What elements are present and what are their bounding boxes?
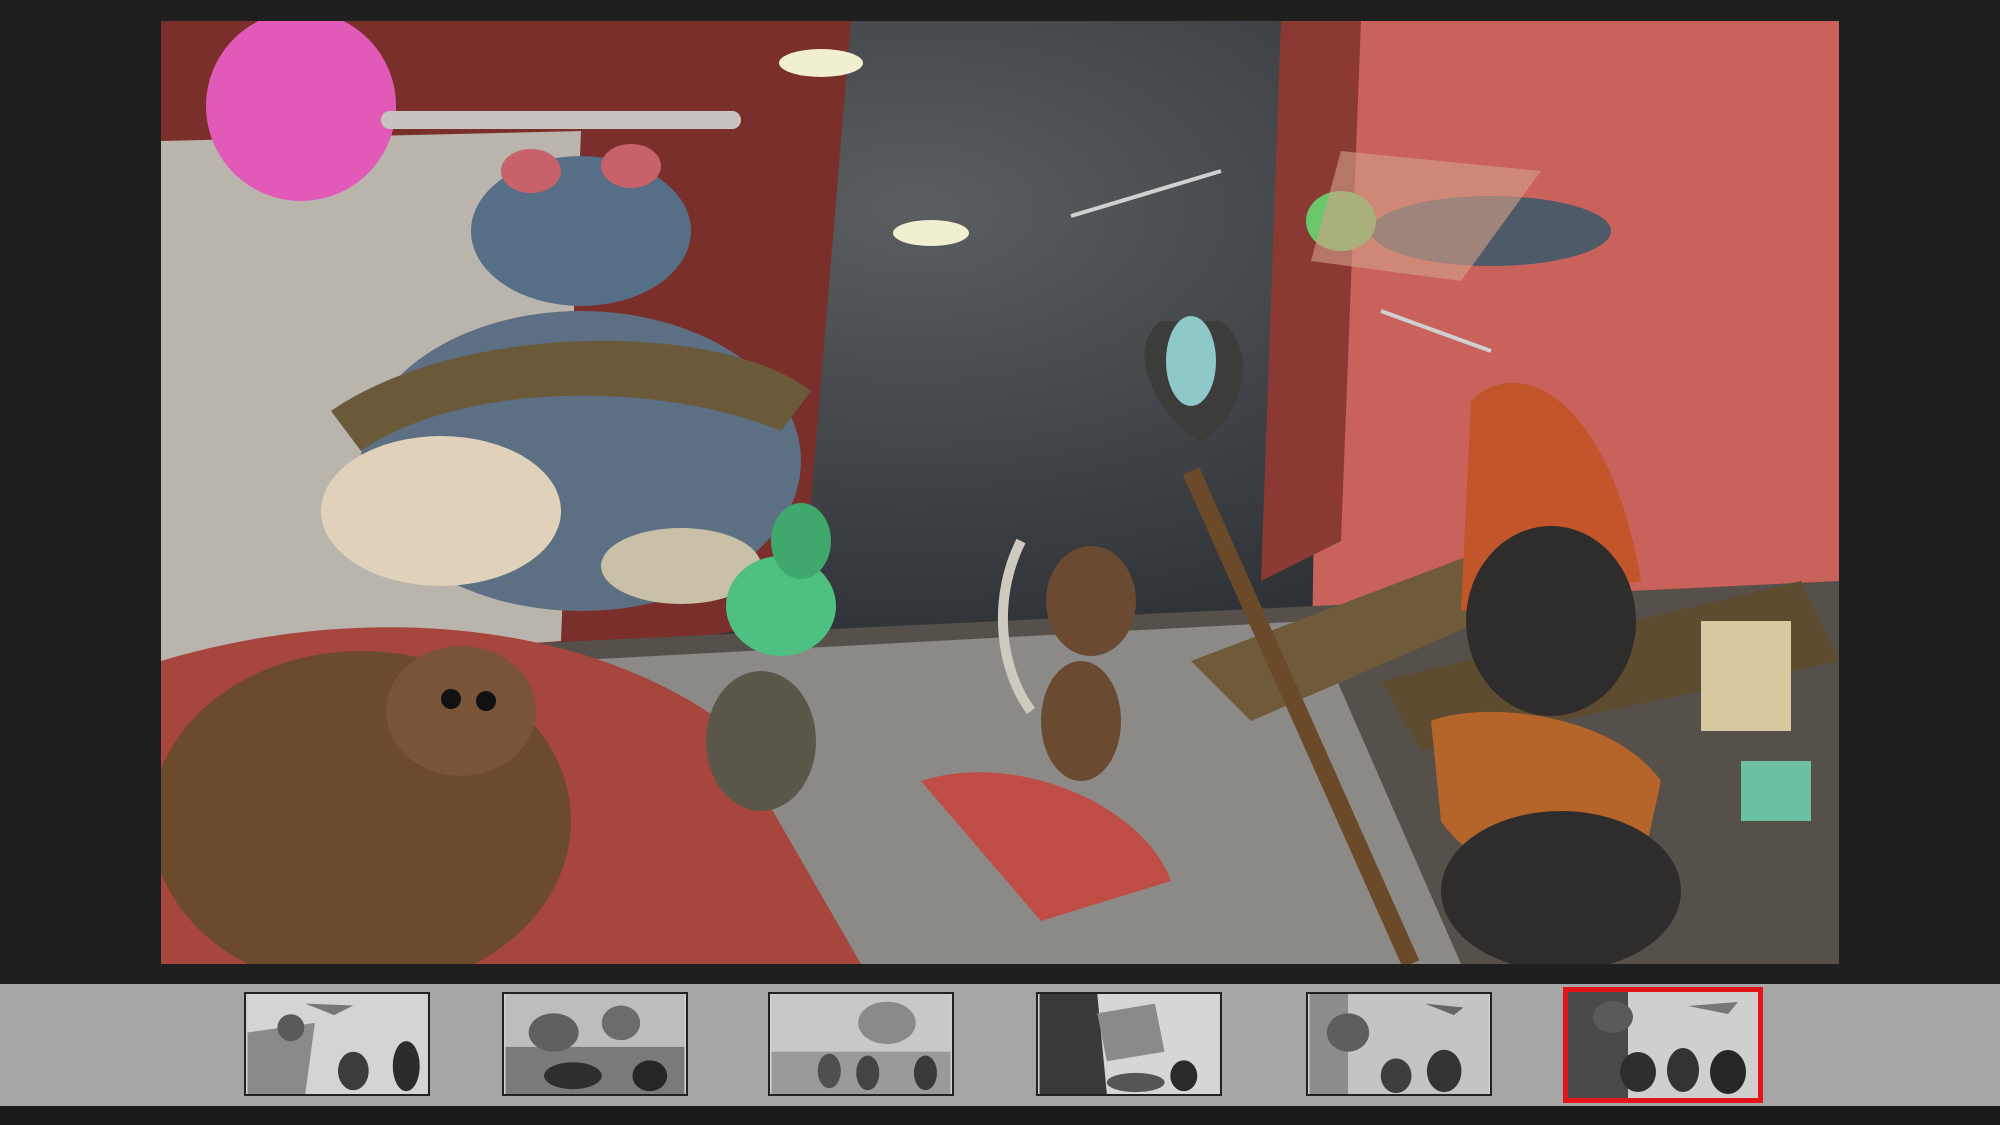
storyboard-thumbnail-5-icon	[1309, 994, 1489, 1094]
thumbnail-3[interactable]	[768, 992, 954, 1096]
bottom-bar	[0, 1106, 2000, 1125]
thumbnail-5[interactable]	[1306, 992, 1492, 1096]
storyboard-thumbnail-2-icon	[505, 994, 685, 1094]
image-viewer	[0, 0, 2000, 1125]
thumbnail-4[interactable]	[1036, 992, 1222, 1096]
thumbnail-6-selected[interactable]	[1563, 987, 1763, 1103]
thumbnail-1[interactable]	[244, 992, 430, 1096]
thumbnail-filmstrip	[0, 984, 2000, 1106]
storyboard-thumbnail-3-icon	[771, 994, 951, 1094]
main-illustration	[161, 21, 1839, 964]
storyboard-thumbnail-1-icon	[247, 994, 427, 1094]
thumbnail-2[interactable]	[502, 992, 688, 1096]
storyboard-thumbnail-4-icon	[1039, 994, 1219, 1094]
storyboard-thumbnail-6-icon	[1568, 992, 1758, 1098]
fantasy-bug-battle-painting-icon	[161, 21, 1839, 964]
